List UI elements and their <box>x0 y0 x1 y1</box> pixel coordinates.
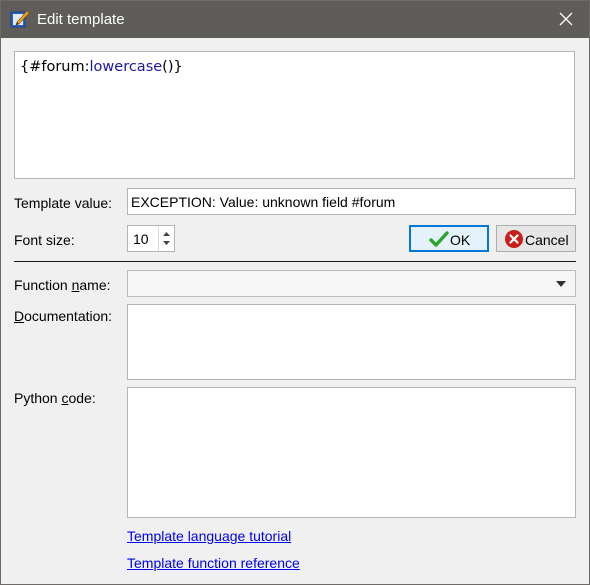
cancel-label: Cancel <box>525 232 569 248</box>
function-name-label: Function name: <box>14 277 111 293</box>
font-size-spinbox[interactable]: 10 <box>127 225 175 252</box>
font-size-label: Font size: <box>14 232 75 248</box>
template-value-field[interactable]: EXCEPTION: Value: unknown field #forum <box>127 188 576 215</box>
edit-template-pencil-icon <box>10 10 30 28</box>
edit-template-dialog: Edit template {#forum:lowercase()} Templ… <box>0 0 590 585</box>
checkmark-icon <box>429 231 449 247</box>
template-language-tutorial-link[interactable]: Template language tutorial <box>127 528 291 544</box>
cancel-button[interactable]: Cancel <box>496 225 576 252</box>
separator <box>14 261 576 262</box>
title-bar: Edit template <box>1 1 589 38</box>
function-name-combobox[interactable] <box>127 270 576 297</box>
python-code-textarea[interactable] <box>127 387 576 518</box>
spin-arrows[interactable] <box>158 226 174 251</box>
close-icon <box>559 12 573 26</box>
ok-button[interactable]: OK <box>409 225 489 252</box>
window-title: Edit template <box>37 11 125 28</box>
template-text-open: {#forum: <box>20 59 90 75</box>
font-size-value: 10 <box>133 231 149 247</box>
documentation-label: Documentation: <box>14 308 113 324</box>
template-text-close: ()} <box>162 59 183 75</box>
chevron-down-icon <box>556 281 566 287</box>
python-code-label: Python code: <box>14 390 96 406</box>
template-editor[interactable]: {#forum:lowercase()} <box>14 51 575 179</box>
cancel-icon <box>505 230 523 248</box>
template-function-reference-link[interactable]: Template function reference <box>127 555 300 571</box>
template-value-label: Template value: <box>14 195 113 211</box>
spin-up-down-icon <box>163 232 170 245</box>
ok-label: OK <box>450 232 471 248</box>
documentation-textarea[interactable] <box>127 304 576 380</box>
close-button[interactable] <box>543 1 589 38</box>
template-function-name: lowercase <box>89 59 163 75</box>
